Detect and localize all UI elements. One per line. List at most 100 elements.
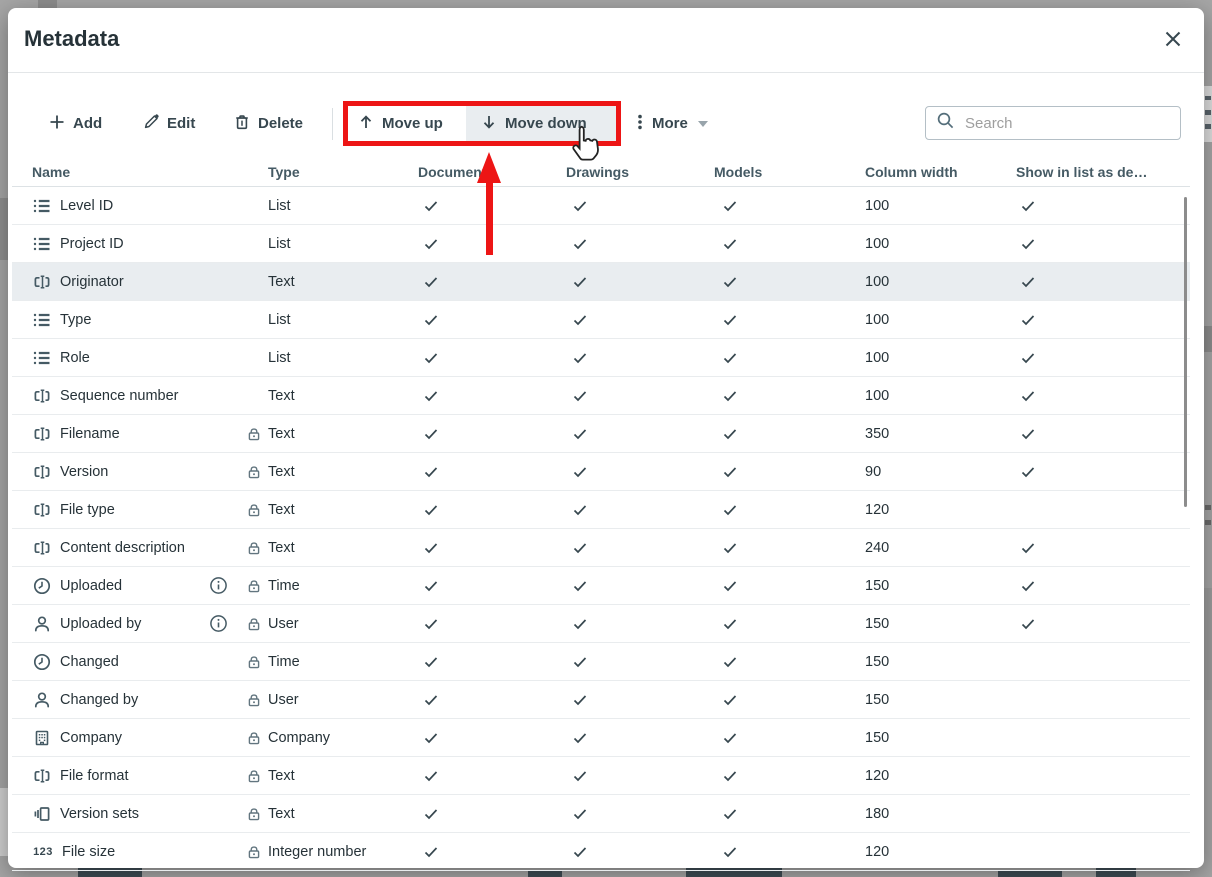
overlay-artifact bbox=[1205, 520, 1211, 525]
show-in-list-check-cell bbox=[1016, 274, 1190, 290]
column-width-cell: 120 bbox=[865, 768, 1016, 784]
check-icon bbox=[423, 654, 439, 670]
table-row[interactable]: 123 File type Text bbox=[12, 491, 1190, 529]
column-width-value: 150 bbox=[865, 654, 889, 670]
text-field-icon bbox=[32, 386, 52, 406]
field-type-label: List bbox=[268, 312, 291, 328]
header-drawings: Drawings bbox=[566, 164, 714, 180]
check-icon bbox=[1020, 388, 1036, 404]
models-check-cell bbox=[714, 312, 865, 328]
row-type-cell: Text bbox=[240, 388, 418, 404]
column-width-value: 150 bbox=[865, 616, 889, 632]
info-icon[interactable] bbox=[209, 576, 228, 595]
table-row[interactable]: 123 Type List bbox=[12, 301, 1190, 339]
info-icon[interactable] bbox=[209, 614, 228, 633]
models-check-cell bbox=[714, 274, 865, 290]
row-type-cell: List bbox=[240, 198, 418, 214]
toolbar: Add Edit Delete bbox=[8, 100, 1204, 148]
check-icon bbox=[423, 464, 439, 480]
check-icon bbox=[722, 426, 738, 442]
check-icon bbox=[1020, 236, 1036, 252]
show-in-list-check-cell bbox=[1016, 198, 1190, 214]
row-type-cell: List bbox=[240, 236, 418, 252]
table-row[interactable]: 123 File size Integer number bbox=[12, 833, 1190, 871]
check-icon bbox=[423, 312, 439, 328]
check-icon bbox=[572, 578, 588, 594]
column-width-value: 100 bbox=[865, 198, 889, 214]
edit-button[interactable]: Edit bbox=[142, 106, 195, 141]
delete-label: Delete bbox=[258, 115, 303, 132]
table-row[interactable]: 123 File format Text bbox=[12, 757, 1190, 795]
version-sets-icon bbox=[32, 804, 52, 824]
overlay-artifact bbox=[528, 870, 562, 877]
check-icon bbox=[1020, 578, 1036, 594]
documents-check-cell bbox=[418, 350, 566, 366]
table-row[interactable]: 123 Uploaded by User bbox=[12, 605, 1190, 643]
table-row[interactable]: 123 Content description Text bbox=[12, 529, 1190, 567]
models-check-cell bbox=[714, 502, 865, 518]
models-check-cell bbox=[714, 844, 865, 860]
table-row[interactable]: 123 Project ID List bbox=[12, 225, 1190, 263]
table-row[interactable]: 123 Version sets Text bbox=[12, 795, 1190, 833]
check-icon bbox=[572, 768, 588, 784]
documents-check-cell bbox=[418, 426, 566, 442]
move-up-label: Move up bbox=[382, 115, 443, 132]
column-width-value: 120 bbox=[865, 844, 889, 860]
check-icon bbox=[423, 578, 439, 594]
table-row[interactable]: 123 Company Company bbox=[12, 719, 1190, 757]
column-width-cell: 240 bbox=[865, 540, 1016, 556]
check-icon bbox=[572, 844, 588, 860]
table-row[interactable]: 123 Originator Text bbox=[12, 263, 1190, 301]
header-show-in-list: Show in list as de… bbox=[1016, 164, 1190, 180]
table-row[interactable]: 123 Changed by User bbox=[12, 681, 1190, 719]
add-button[interactable]: Add bbox=[48, 106, 102, 141]
drawings-check-cell bbox=[566, 312, 714, 328]
column-width-value: 350 bbox=[865, 426, 889, 442]
models-check-cell bbox=[714, 236, 865, 252]
more-button[interactable]: More bbox=[635, 106, 708, 141]
column-width-cell: 180 bbox=[865, 806, 1016, 822]
field-type-label: Text bbox=[268, 388, 295, 404]
clock-icon bbox=[32, 576, 52, 596]
column-width-value: 150 bbox=[865, 578, 889, 594]
models-check-cell bbox=[714, 616, 865, 632]
search-input[interactable] bbox=[963, 114, 1170, 133]
documents-check-cell bbox=[418, 730, 566, 746]
row-name-cell: 123 Sequence number bbox=[12, 386, 240, 406]
list-icon bbox=[32, 234, 52, 254]
field-name-label: Version bbox=[60, 464, 108, 480]
lock-icon bbox=[246, 692, 262, 708]
field-name-label: Changed bbox=[60, 654, 119, 670]
user-icon bbox=[32, 614, 52, 634]
check-icon bbox=[1020, 540, 1036, 556]
field-type-label: Text bbox=[268, 274, 295, 290]
drawings-check-cell bbox=[566, 388, 714, 404]
vertical-scrollbar[interactable] bbox=[1184, 197, 1187, 507]
move-up-button[interactable]: Move up bbox=[348, 106, 467, 141]
check-icon bbox=[722, 768, 738, 784]
close-button[interactable] bbox=[1156, 24, 1190, 58]
table-row[interactable]: 123 Filename Text bbox=[12, 415, 1190, 453]
row-type-cell: Company bbox=[240, 730, 418, 746]
check-icon bbox=[572, 236, 588, 252]
row-type-cell: Text bbox=[240, 768, 418, 784]
table-row[interactable]: 123 Uploaded Time bbox=[12, 567, 1190, 605]
move-down-button[interactable]: Move down bbox=[466, 106, 617, 141]
check-icon bbox=[572, 730, 588, 746]
column-width-cell: 120 bbox=[865, 502, 1016, 518]
check-icon bbox=[423, 388, 439, 404]
drawings-check-cell bbox=[566, 426, 714, 442]
table-row[interactable]: 123 Level ID List bbox=[12, 187, 1190, 225]
delete-button[interactable]: Delete bbox=[233, 106, 303, 141]
show-in-list-check-cell bbox=[1016, 388, 1190, 404]
column-width-cell: 120 bbox=[865, 844, 1016, 860]
table-row[interactable]: 123 Role List bbox=[12, 339, 1190, 377]
table-row[interactable]: 123 Changed Time bbox=[12, 643, 1190, 681]
table-row[interactable]: 123 Sequence number Text bbox=[12, 377, 1190, 415]
check-icon bbox=[423, 692, 439, 708]
table-row[interactable]: 123 Version Text bbox=[12, 453, 1190, 491]
overlay-artifact bbox=[1204, 326, 1212, 352]
company-icon bbox=[32, 728, 52, 748]
column-width-value: 90 bbox=[865, 464, 881, 480]
column-width-value: 100 bbox=[865, 350, 889, 366]
